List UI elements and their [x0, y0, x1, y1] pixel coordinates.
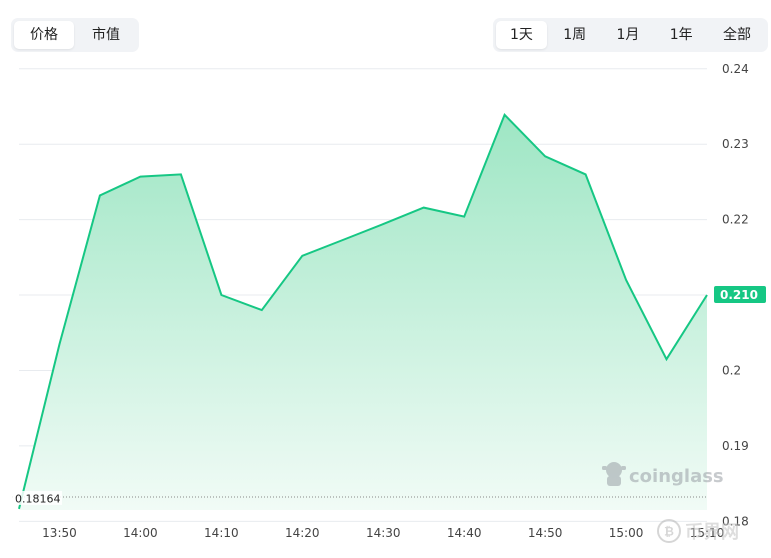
x-tick-label: 15:00: [609, 526, 644, 540]
svg-text:₿: ₿: [664, 525, 674, 539]
current-price-badge: 0.210: [714, 286, 766, 304]
price-chart[interactable]: 0.18164 0.180.190.20.220.230.24 13:50 14:…: [0, 0, 771, 558]
corner-watermark: ₿ 币界网: [657, 519, 739, 543]
x-tick-label: 14:00: [123, 526, 158, 540]
x-tick-label: 13:50: [42, 526, 77, 540]
min-price-label: 0.18164: [12, 490, 62, 505]
coinglass-watermark: coinglass: [602, 462, 724, 487]
current-price-text: 0.210: [720, 288, 758, 302]
corner-watermark-text: 币界网: [685, 522, 739, 543]
min-price-text: 0.18164: [15, 492, 61, 505]
price-area: [19, 114, 707, 511]
x-tick-label: 14:40: [447, 526, 482, 540]
y-tick-label: 0.23: [722, 137, 749, 151]
x-tick-label: 14:30: [366, 526, 401, 540]
y-tick-label: 0.2: [722, 363, 741, 377]
x-axis: 13:50 14:00 14:10 14:20 14:30 14:40 14:50 15:00…: [42, 526, 724, 540]
x-tick-label: 14:50: [528, 526, 563, 540]
y-tick-label: 0.22: [722, 213, 749, 227]
watermark-text: coinglass: [629, 466, 724, 487]
y-tick-label: 0.24: [722, 62, 749, 76]
x-tick-label: 14:10: [204, 526, 239, 540]
y-tick-label: 0.19: [722, 439, 749, 453]
x-tick-label: 14:20: [285, 526, 320, 540]
